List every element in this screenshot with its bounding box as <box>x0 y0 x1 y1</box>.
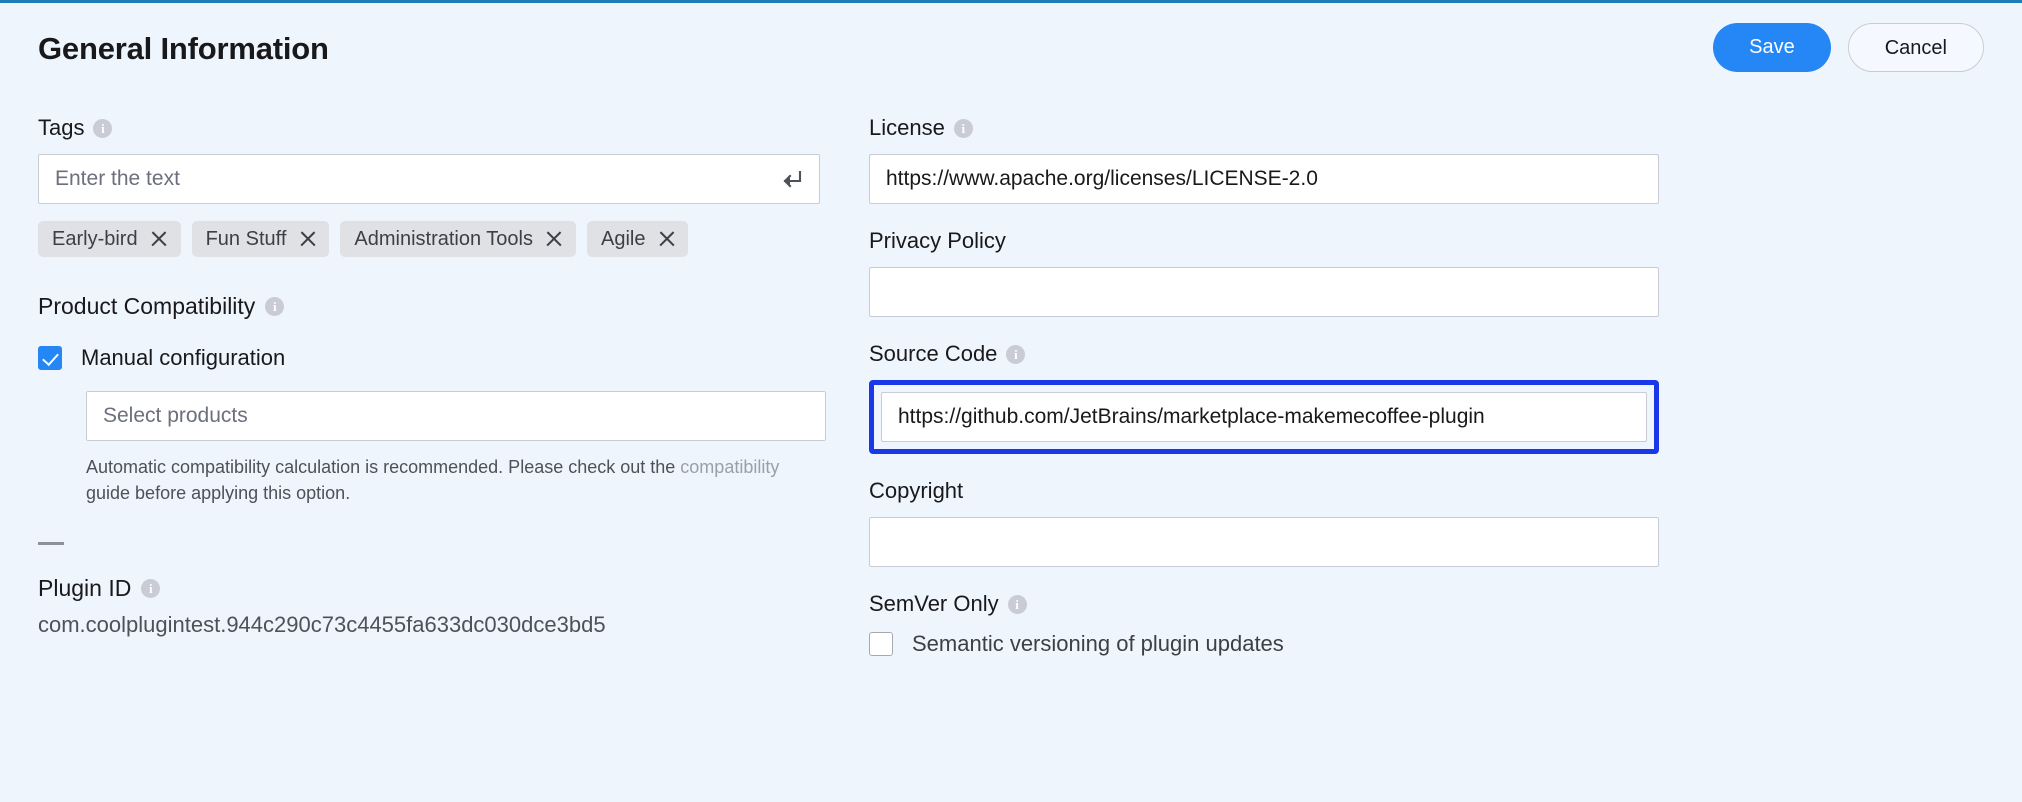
tags-field-group: Tags i Early-bird Fun Stuff <box>38 115 828 257</box>
license-input[interactable] <box>869 154 1659 204</box>
info-icon[interactable]: i <box>1006 344 1026 364</box>
plugin-id-value: com.coolplugintest.944c290c73c4455fa633d… <box>38 612 606 638</box>
source-code-focus-ring <box>869 380 1659 454</box>
copyright-label: Copyright <box>869 478 964 503</box>
section-divider <box>38 542 64 546</box>
source-code-field-group: Source Code i <box>869 341 1659 454</box>
select-products-input[interactable] <box>86 391 826 441</box>
source-code-label-row: Source Code i <box>869 341 1659 367</box>
helper-prefix: Automatic compatibility calculation is r… <box>86 457 681 477</box>
tag-chip-label: Administration Tools <box>354 227 533 250</box>
close-icon[interactable] <box>299 231 316 248</box>
close-icon[interactable] <box>658 231 675 248</box>
semver-checkbox-label: Semantic versioning of plugin updates <box>912 631 1284 656</box>
info-icon[interactable]: i <box>265 297 285 316</box>
info-icon[interactable]: i <box>93 118 113 138</box>
tag-chip-list: Early-bird Fun Stuff Administration Tool… <box>38 221 828 257</box>
semver-field-group: SemVer Only i Semantic versioning of plu… <box>869 591 1659 657</box>
close-icon[interactable] <box>546 231 563 248</box>
general-information-page: General Information Save Cancel Tags i E… <box>0 3 2022 802</box>
semver-checkbox-row[interactable]: Semantic versioning of plugin updates <box>869 631 1659 657</box>
product-compatibility-group: Product Compatibility i Manual configura… <box>38 293 828 506</box>
right-column: License i Privacy Policy Source Code i <box>869 115 1659 681</box>
select-products-wrapper: Automatic compatibility calculation is r… <box>86 391 826 506</box>
left-column: Tags i Early-bird Fun Stuff <box>38 115 828 638</box>
privacy-policy-field-group: Privacy Policy <box>869 228 1659 317</box>
copyright-field-group: Copyright <box>869 478 1659 567</box>
manual-configuration-label: Manual configuration <box>81 345 286 370</box>
license-field-group: License i <box>869 115 1659 204</box>
tag-chip[interactable]: Fun Stuff <box>191 221 330 257</box>
copyright-input[interactable] <box>869 517 1659 567</box>
manual-configuration-checkbox[interactable] <box>38 346 62 370</box>
compatibility-guide-link[interactable]: compatibility <box>680 457 779 477</box>
manual-configuration-row[interactable]: Manual configuration <box>38 345 828 371</box>
tag-chip[interactable]: Administration Tools <box>340 221 576 257</box>
page-header: General Information Save Cancel <box>38 23 1984 79</box>
tags-label-row: Tags i <box>38 115 828 141</box>
plugin-id-label-row: Plugin ID i <box>38 575 828 602</box>
semver-label: SemVer Only <box>869 591 999 616</box>
tag-chip-label: Fun Stuff <box>205 227 287 250</box>
save-button[interactable]: Save <box>1713 23 1831 72</box>
tag-chip[interactable]: Early-bird <box>38 221 181 257</box>
page-title: General Information <box>38 31 329 66</box>
privacy-policy-input[interactable] <box>869 267 1659 317</box>
tags-label: Tags <box>38 115 85 140</box>
tag-chip-label: Early-bird <box>52 227 138 250</box>
plugin-id-group: Plugin ID i com.coolplugintest.944c290c7… <box>38 575 828 638</box>
copyright-label-row: Copyright <box>869 478 1659 504</box>
cancel-button[interactable]: Cancel <box>1847 23 1984 72</box>
close-icon[interactable] <box>151 231 168 248</box>
license-label: License <box>869 115 945 140</box>
tag-chip[interactable]: Agile <box>586 221 689 257</box>
product-compatibility-label: Product Compatibility <box>38 293 256 319</box>
tag-chip-label: Agile <box>600 227 646 250</box>
info-icon[interactable]: i <box>953 118 973 138</box>
license-label-row: License i <box>869 115 1659 141</box>
helper-suffix: guide before applying this option. <box>86 483 351 504</box>
tags-input[interactable] <box>38 154 820 204</box>
source-code-label: Source Code <box>869 341 998 366</box>
header-actions: Save Cancel <box>1713 23 1984 72</box>
plugin-id-label: Plugin ID <box>38 575 132 602</box>
privacy-policy-label-row: Privacy Policy <box>869 228 1659 254</box>
semver-checkbox[interactable] <box>869 632 893 656</box>
semver-label-row: SemVer Only i <box>869 591 1659 617</box>
info-icon[interactable]: i <box>141 579 161 599</box>
source-code-input[interactable] <box>881 392 1647 442</box>
tags-input-wrapper <box>38 154 820 204</box>
compatibility-helper-text: Automatic compatibility calculation is r… <box>86 454 798 506</box>
product-compatibility-label-row: Product Compatibility i <box>38 293 828 320</box>
info-icon[interactable]: i <box>1007 594 1027 614</box>
privacy-policy-label: Privacy Policy <box>869 228 1006 253</box>
